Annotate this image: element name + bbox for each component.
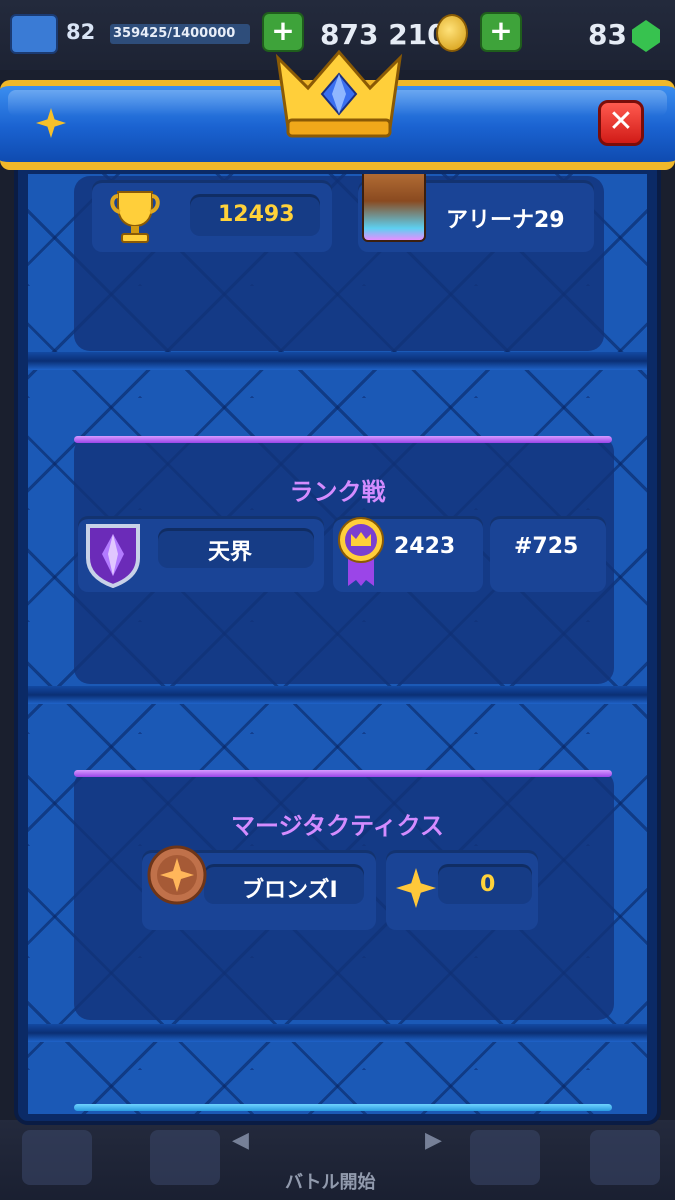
buy-gold-button[interactable]: + xyxy=(262,12,304,52)
rating-medal-icon xyxy=(338,517,384,586)
league-shield-icon xyxy=(86,524,140,588)
arena-name: アリーナ29 xyxy=(446,208,565,233)
level-value: 82 xyxy=(66,20,96,44)
nav-tab-shop[interactable] xyxy=(22,1130,92,1185)
battle-start-label[interactable]: バトル開始 xyxy=(285,1168,376,1194)
gold-coin-icon xyxy=(436,14,468,52)
modal-body: 12493 アリーナ29 ランク戦 天界 2423 #725 マージタクティクス… xyxy=(28,174,647,1114)
nav-tab-clan[interactable] xyxy=(470,1130,540,1185)
league-name: 天界 xyxy=(208,540,253,565)
ranked-title: ランク戦 xyxy=(289,478,386,506)
trophy-icon xyxy=(110,191,160,243)
xp-value: 359425/1400000 xyxy=(113,26,236,41)
nav-tab-events[interactable] xyxy=(590,1130,660,1185)
rating-value: 2423 xyxy=(394,534,456,559)
merge-tactics-title: マージタクティクス xyxy=(231,812,444,840)
gold-value: 873 210 xyxy=(320,18,447,51)
trophy-count: 12493 xyxy=(218,202,295,227)
gem-value: 83 xyxy=(588,18,627,51)
profile-stats-modal: 12493 アリーナ29 ランク戦 天界 2423 #725 マージタクティクス… xyxy=(14,90,661,1125)
points-value: 0 xyxy=(480,872,496,897)
tier-name: ブロンズI xyxy=(242,878,338,903)
global-rank-value: #725 xyxy=(514,534,579,559)
nav-left-arrow-icon[interactable]: ◀ xyxy=(232,1128,249,1153)
crown-icon xyxy=(275,49,403,138)
buy-gems-button[interactable]: + xyxy=(480,12,522,52)
arena-icon xyxy=(362,174,426,242)
nav-tab-cards[interactable] xyxy=(150,1130,220,1185)
level-badge xyxy=(10,14,58,54)
close-button[interactable]: ✕ xyxy=(598,100,644,146)
bronze-tier-icon xyxy=(147,845,207,905)
nav-right-arrow-icon[interactable]: ▶ xyxy=(425,1128,442,1153)
